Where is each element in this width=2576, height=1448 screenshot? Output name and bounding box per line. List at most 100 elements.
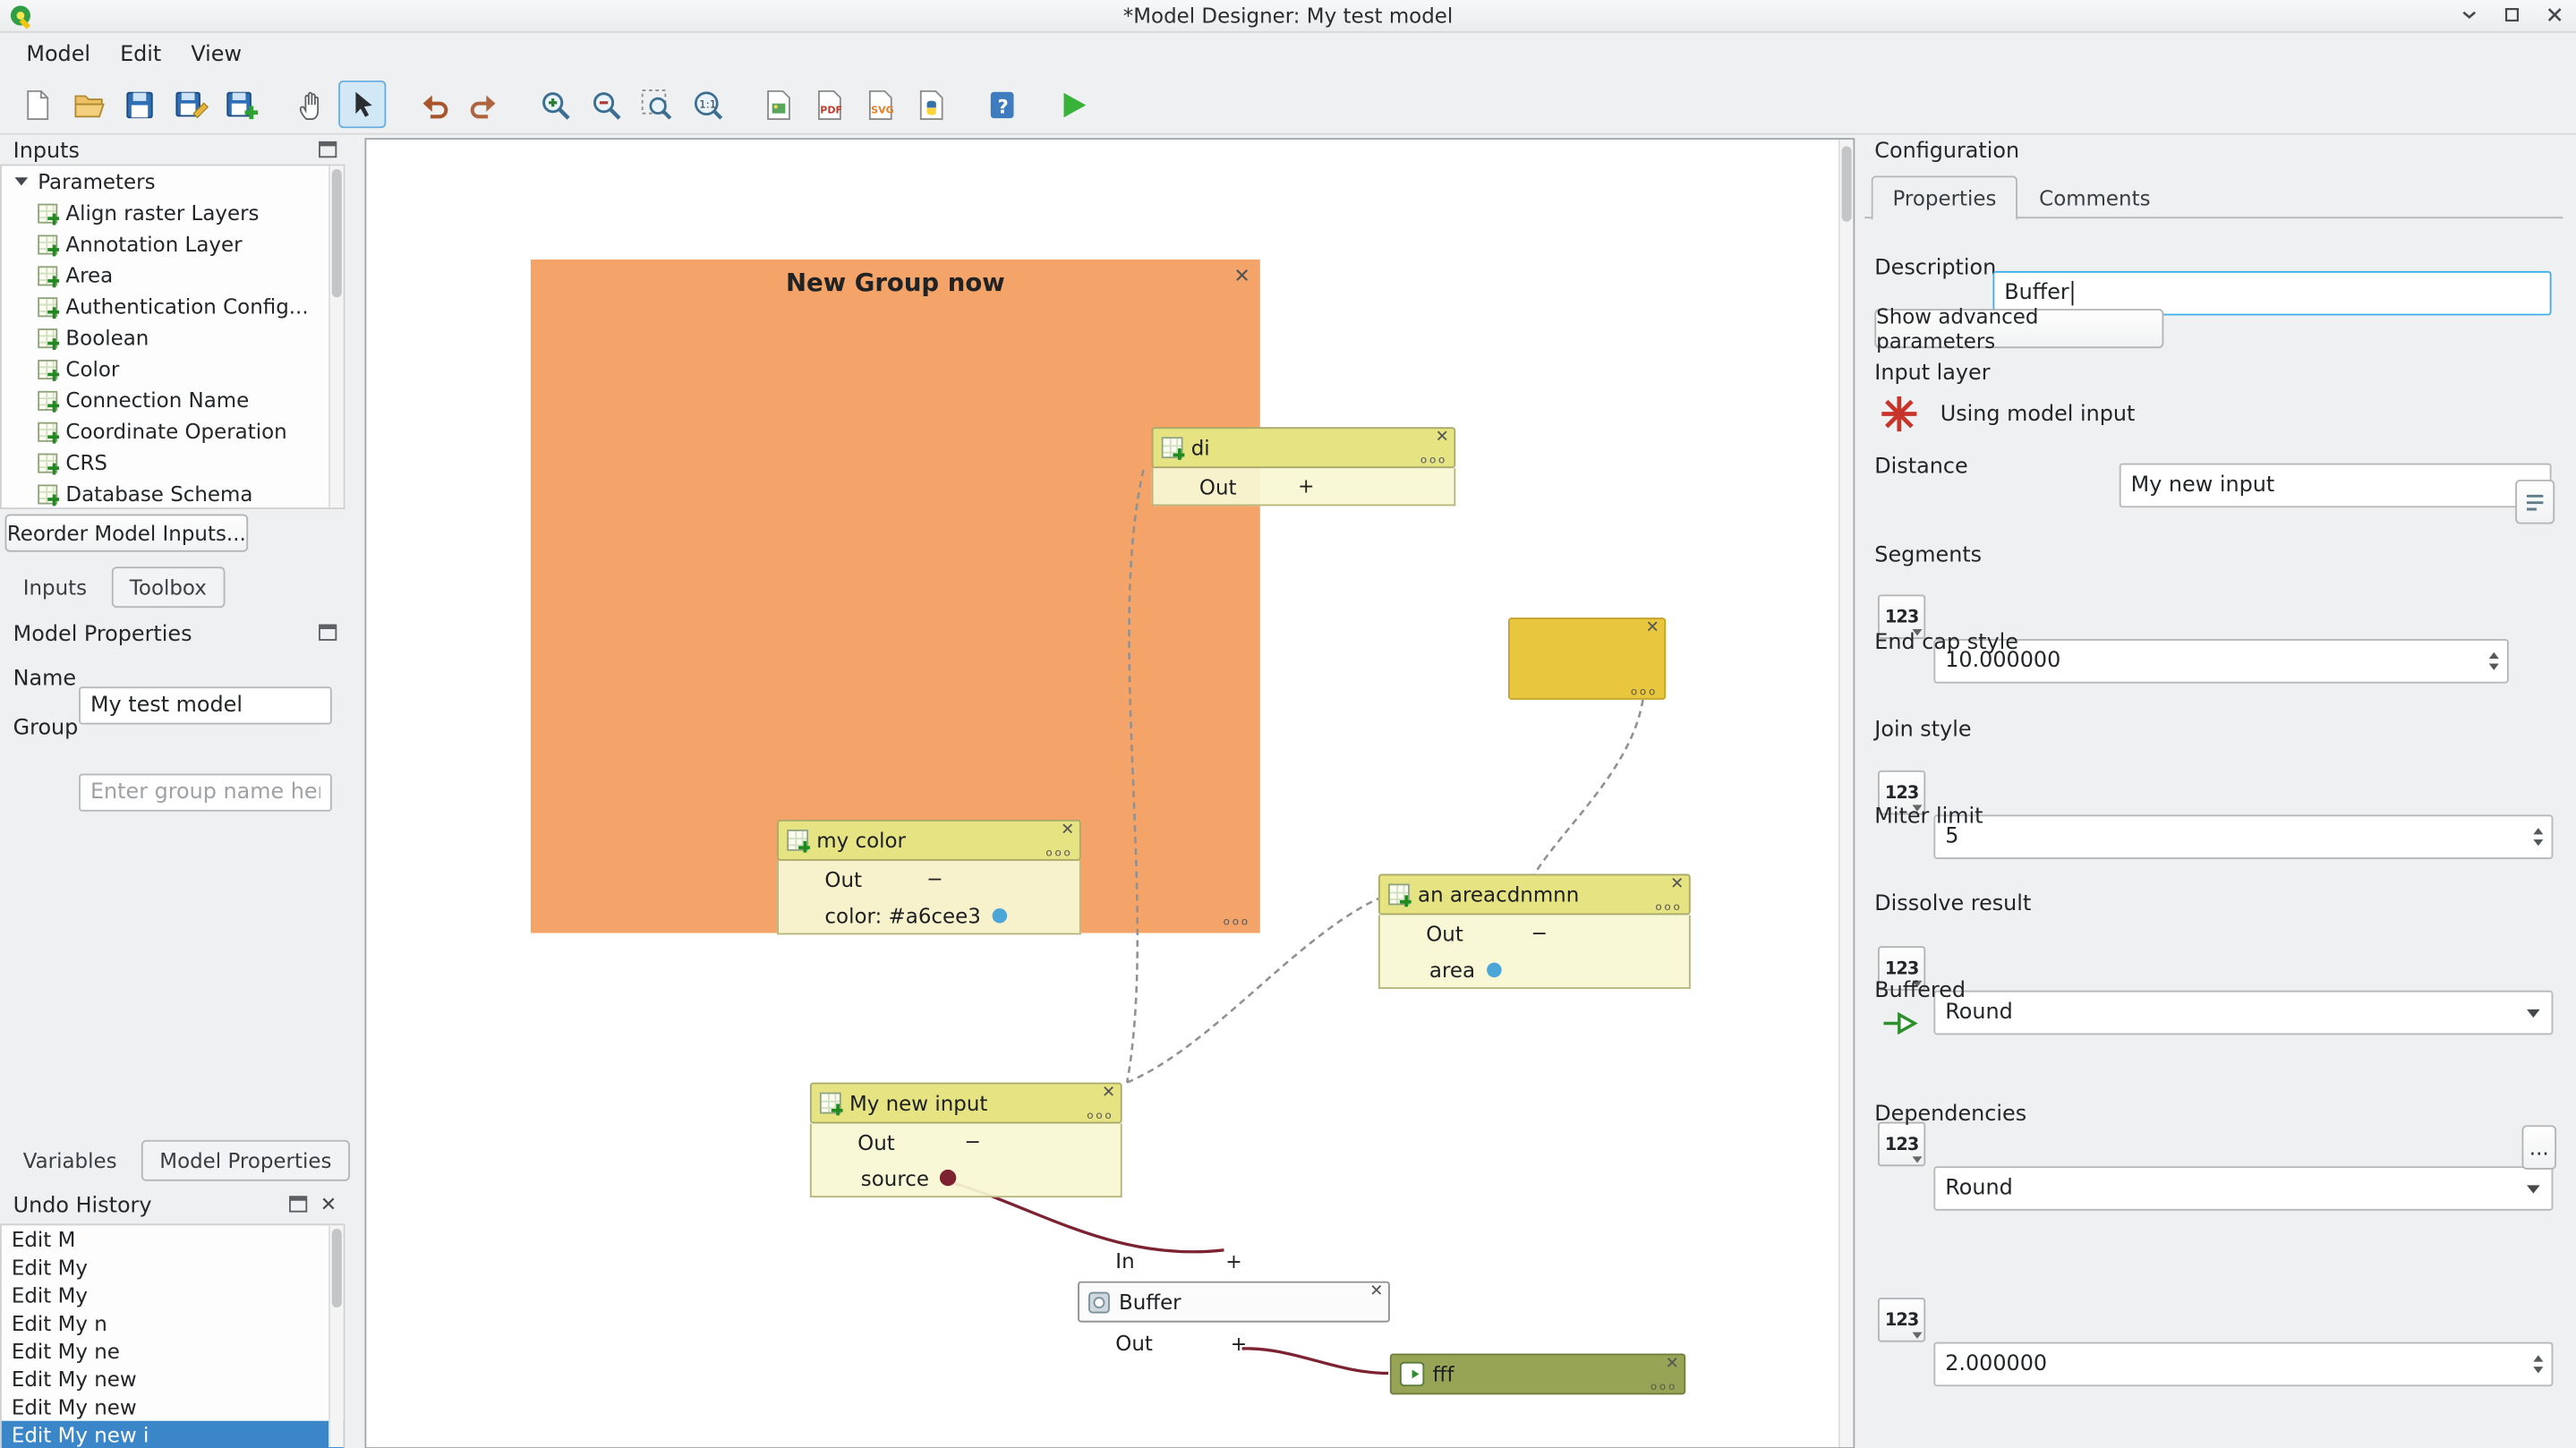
undo-item[interactable]: Edit My new <box>2 1365 344 1393</box>
undo-item[interactable]: Edit My <box>2 1253 344 1281</box>
undo-scrollbar-thumb[interactable] <box>332 1229 342 1307</box>
undo-item[interactable]: Edit My ne <box>2 1337 344 1365</box>
close-node-icon[interactable]: ✕ <box>1436 430 1449 447</box>
undo-item[interactable]: Edit My n <box>2 1309 344 1337</box>
menu-model[interactable]: Model <box>13 37 104 72</box>
close-node-icon[interactable]: ✕ <box>1102 1086 1115 1102</box>
tab-inputs[interactable]: Inputs <box>5 566 106 608</box>
tree-root-parameters[interactable]: Parameters <box>2 166 344 197</box>
node-di[interactable]: di ✕ ooo Out + <box>1152 427 1456 506</box>
zoom-actual-button[interactable]: 1:1 <box>684 81 731 128</box>
node-my-color-header[interactable]: my color ✕ ooo <box>777 820 1081 861</box>
socket-dot[interactable] <box>993 907 1008 923</box>
data-type-button[interactable]: 123 <box>1878 1298 1925 1342</box>
undo-item[interactable]: Edit My <box>2 1282 344 1309</box>
tree-item[interactable]: Authentication Config... <box>2 291 344 322</box>
expand-arrow-icon[interactable] <box>15 177 29 185</box>
minimize-button[interactable] <box>2458 4 2481 27</box>
node-unnamed[interactable]: ✕ ooo <box>1508 618 1666 700</box>
segments-spinbox[interactable]: 5 <box>1933 814 2553 859</box>
float-dock-icon[interactable] <box>319 624 337 640</box>
menu-edit[interactable]: Edit <box>107 37 175 72</box>
close-node-icon[interactable]: ✕ <box>1061 823 1074 839</box>
tree-item[interactable]: Color <box>2 353 344 385</box>
save-model-as-button[interactable] <box>166 81 213 128</box>
spin-down-icon[interactable] <box>2533 1367 2543 1373</box>
zoom-out-button[interactable] <box>582 81 629 128</box>
expand-plus-icon[interactable]: + <box>1225 1249 1241 1273</box>
node-fff[interactable]: fff ✕ ooo <box>1390 1353 1685 1394</box>
node-my-new-input[interactable]: My new input ✕ ooo Out − source <box>810 1083 1122 1197</box>
undo-item[interactable]: Edit M <box>2 1225 344 1253</box>
tree-scrollbar-thumb[interactable] <box>332 169 342 297</box>
spin-up-icon[interactable] <box>2533 1355 2543 1361</box>
tab-model-properties[interactable]: Model Properties <box>141 1140 350 1181</box>
float-dock-icon[interactable] <box>319 141 337 158</box>
undo-item-selected[interactable]: Edit My new i <box>2 1421 344 1448</box>
close-node-icon[interactable]: ✕ <box>1369 1284 1383 1300</box>
save-model-in-project-button[interactable] <box>217 81 264 128</box>
tab-toolbox[interactable]: Toolbox <box>112 566 225 608</box>
close-node-icon[interactable]: ✕ <box>1670 877 1684 893</box>
tab-comments[interactable]: Comments <box>2017 175 2171 220</box>
tree-item[interactable]: Area <box>2 260 344 291</box>
export-python-button[interactable] <box>907 81 954 128</box>
spin-down-icon[interactable] <box>2489 664 2499 670</box>
end-cap-style-combobox[interactable]: Round <box>1933 991 2553 1035</box>
tree-item[interactable]: Align raster Layers <box>2 197 344 228</box>
expand-plus-icon[interactable]: + <box>1298 474 1314 498</box>
more-dots-icon[interactable]: ooo <box>1631 685 1658 700</box>
save-model-button[interactable] <box>115 81 162 128</box>
help-button[interactable]: ? <box>977 81 1025 128</box>
redo-button[interactable] <box>460 81 508 128</box>
more-dots-icon[interactable]: ooo <box>1655 900 1682 916</box>
tree-scrollbar[interactable] <box>328 166 344 507</box>
tree-item[interactable]: Annotation Layer <box>2 228 344 260</box>
model-name-input[interactable] <box>79 686 332 724</box>
show-advanced-parameters-button[interactable]: Show advanced parameters <box>1874 309 2163 348</box>
model-group-input[interactable] <box>79 774 332 812</box>
join-style-combobox[interactable]: Round <box>1933 1166 2553 1211</box>
canvas-scrollbar-thumb[interactable] <box>1842 146 1852 221</box>
spin-buttons[interactable] <box>2489 641 2499 682</box>
miter-limit-spinbox[interactable]: 2.000000 <box>1933 1342 2553 1387</box>
spin-down-icon[interactable] <box>2533 839 2543 846</box>
close-node-icon[interactable]: ✕ <box>1645 621 1659 637</box>
dependencies-more-button[interactable]: ... <box>2521 1125 2556 1170</box>
spin-buttons[interactable] <box>2533 1343 2543 1384</box>
more-dots-icon[interactable]: ooo <box>1651 1380 1677 1395</box>
zoom-full-button[interactable] <box>633 81 680 128</box>
node-buffer[interactable]: In + Buffer ✕ Out + <box>1078 1240 1390 1364</box>
undo-scrollbar[interactable] <box>328 1225 344 1447</box>
tree-item[interactable]: Connection Name <box>2 385 344 416</box>
node-buffer-header[interactable]: Buffer ✕ <box>1078 1282 1390 1323</box>
titlebar[interactable]: *Model Designer: My test model <box>0 0 2576 33</box>
more-dots-icon[interactable]: ooo <box>1087 1109 1113 1124</box>
export-svg-button[interactable]: SVG <box>856 81 903 128</box>
float-dock-icon[interactable] <box>289 1196 307 1212</box>
export-image-button[interactable] <box>754 81 801 128</box>
socket-dot[interactable] <box>1487 962 1502 977</box>
node-di-header[interactable]: di ✕ ooo <box>1152 427 1456 468</box>
expand-plus-icon[interactable]: + <box>1231 1332 1247 1355</box>
select-tool-button[interactable] <box>338 81 386 128</box>
canvas-scrollbar[interactable] <box>1838 140 1854 1447</box>
open-model-button[interactable] <box>64 81 112 128</box>
more-dots-icon[interactable]: ooo <box>1420 453 1447 468</box>
tab-properties[interactable]: Properties <box>1872 175 2018 220</box>
node-an-areacdnmnn-header[interactable]: an areacdnmnn ✕ ooo <box>1378 873 1691 915</box>
reorder-inputs-button[interactable]: Reorder Model Inputs... <box>5 515 249 552</box>
more-dots-icon[interactable]: ooo <box>1045 846 1072 861</box>
data-type-button[interactable]: 123 <box>1878 1122 1925 1167</box>
distance-spinbox[interactable]: 10.000000 <box>1933 639 2508 684</box>
close-dock-icon[interactable]: ✕ <box>320 1196 337 1212</box>
new-model-button[interactable] <box>13 81 61 128</box>
node-fff-header[interactable]: fff ✕ ooo <box>1390 1353 1685 1394</box>
node-an-areacdnmnn[interactable]: an areacdnmnn ✕ ooo Out − area <box>1378 873 1691 988</box>
spin-up-icon[interactable] <box>2533 828 2543 834</box>
socket-dot[interactable] <box>939 1170 955 1186</box>
collapse-minus-icon[interactable]: − <box>964 1130 980 1154</box>
node-my-new-input-header[interactable]: My new input ✕ ooo <box>810 1083 1122 1124</box>
spin-buttons[interactable] <box>2533 816 2543 857</box>
maximize-button[interactable] <box>2501 4 2524 27</box>
